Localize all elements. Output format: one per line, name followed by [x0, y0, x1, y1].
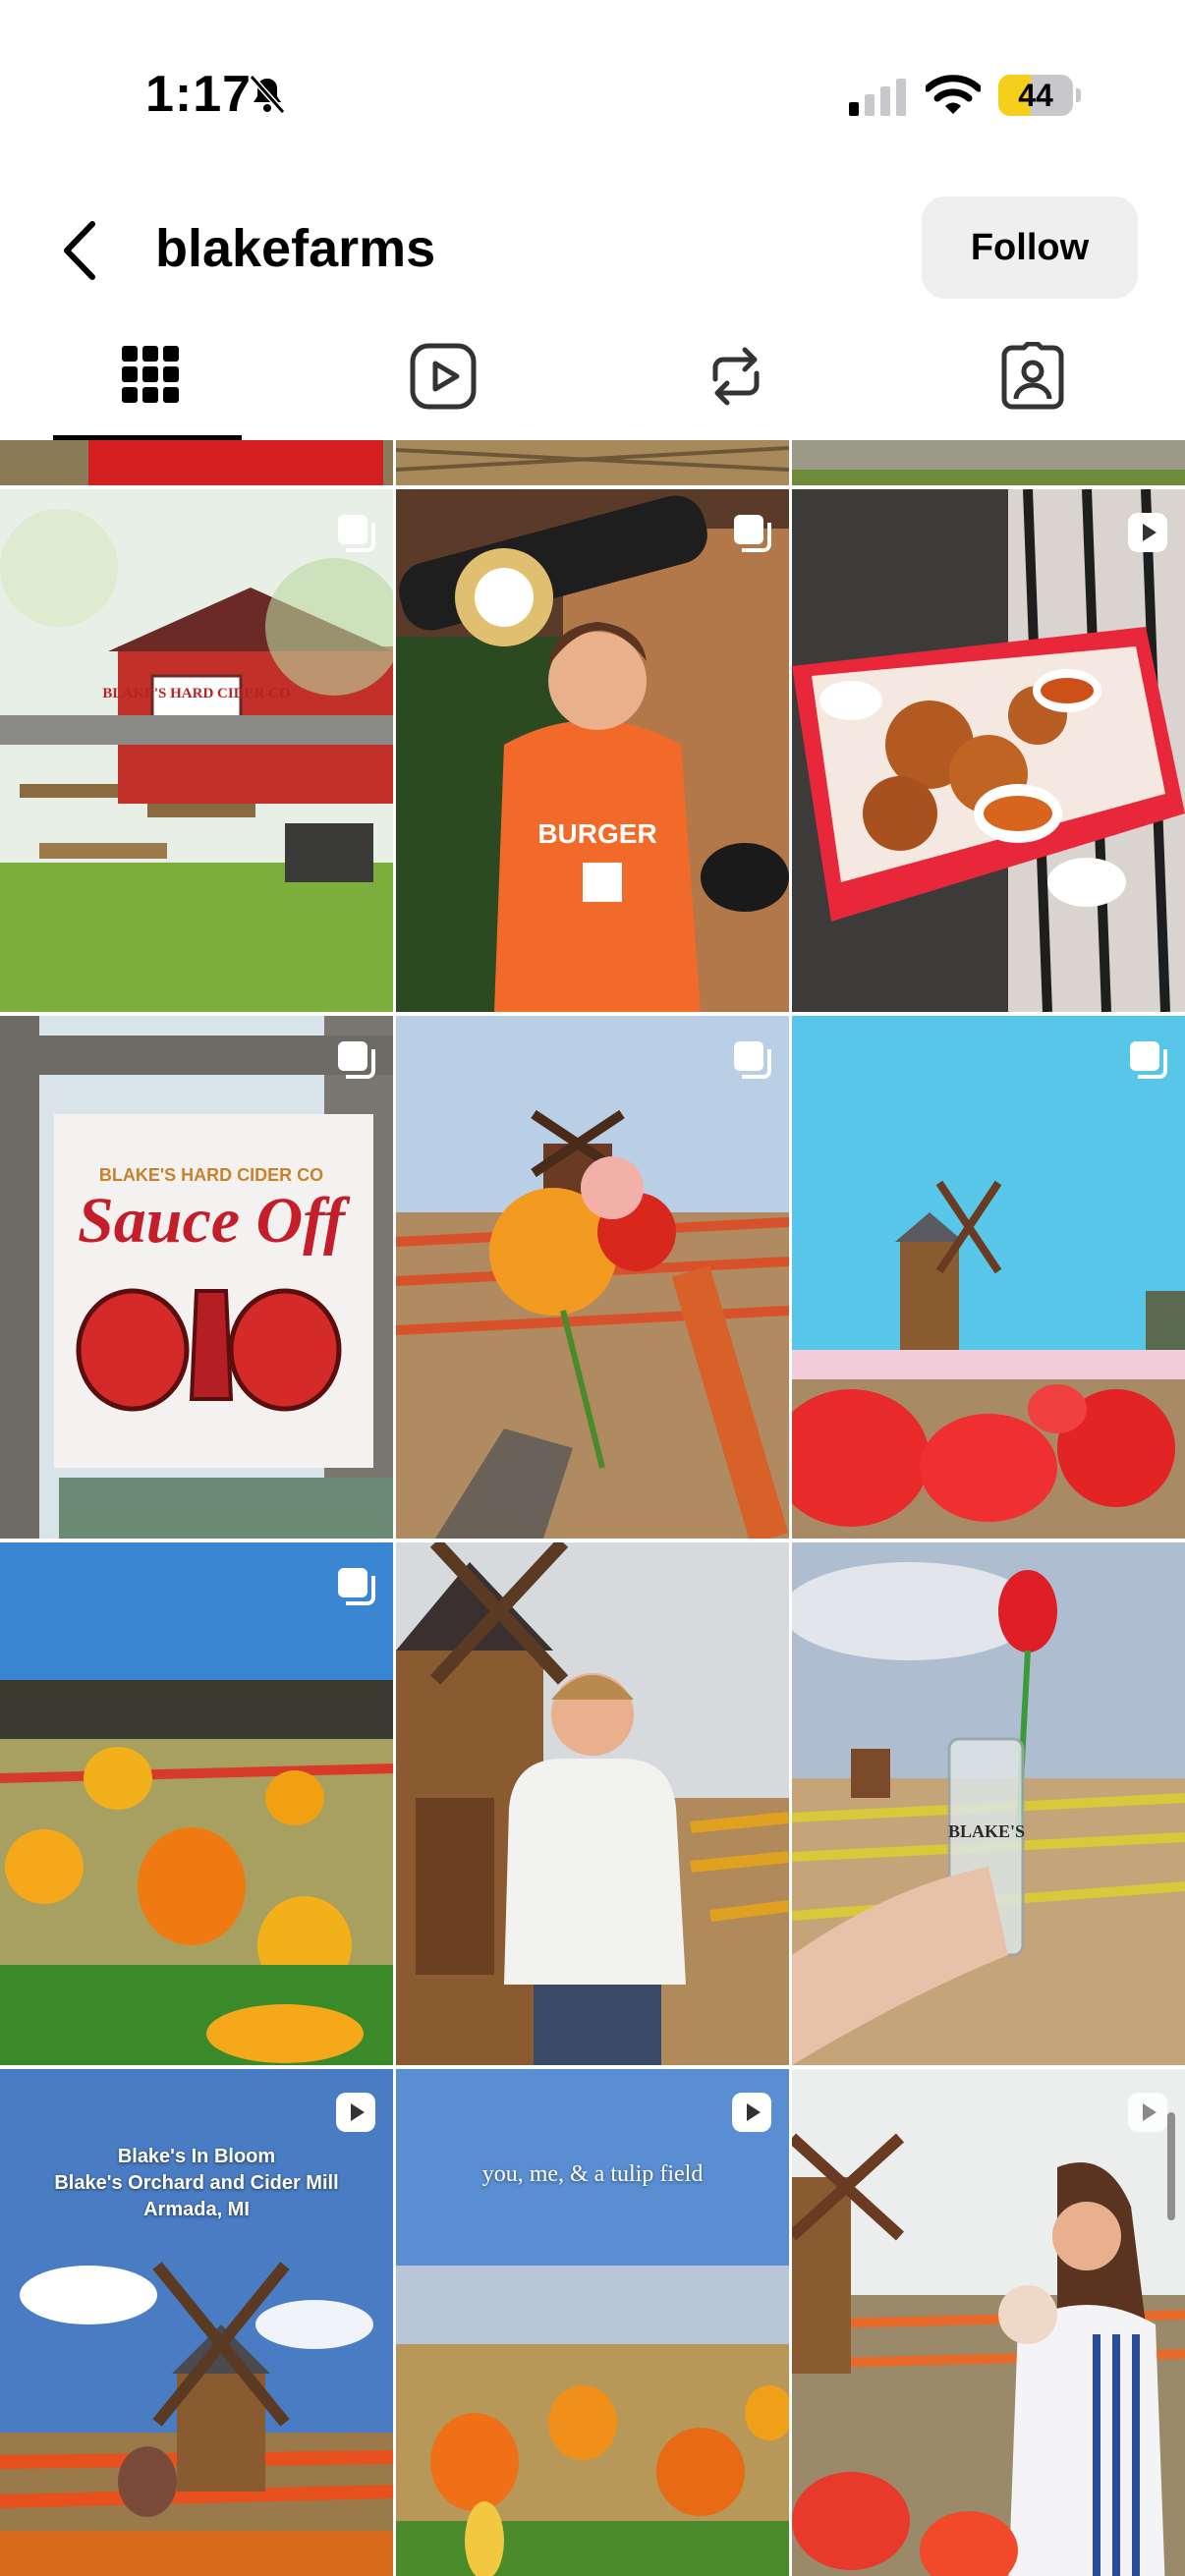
carousel-icon: [734, 515, 771, 552]
grid-post-partial[interactable]: [792, 440, 1185, 485]
tab-reposts[interactable]: [637, 324, 833, 440]
reels-icon: [410, 343, 477, 410]
repost-icon: [712, 347, 760, 406]
grid-post[interactable]: BLAKE'S: [792, 1542, 1185, 2065]
reel-caption: Blake's In Bloom Blake's Orchard and Cid…: [0, 2144, 393, 2223]
wifi-icon: [926, 75, 981, 114]
reel-icon: [336, 2093, 375, 2132]
grid-post[interactable]: BLAKE'S HARD CIDER CO: [0, 489, 393, 1012]
grid-post[interactable]: BLAKE'S HARD CIDER CO Sauce Off: [0, 1016, 393, 1539]
battery-percent: 44: [1018, 78, 1053, 113]
grid-post[interactable]: [396, 2069, 789, 2576]
glass-text: BLAKE'S: [948, 1821, 1025, 1841]
grid-post[interactable]: [396, 1016, 789, 1539]
profile-tabs: [0, 324, 1185, 440]
tab-tagged[interactable]: [933, 324, 1130, 440]
grid-icon: [122, 346, 179, 403]
carousel-icon: [1130, 1041, 1167, 1079]
grid-post[interactable]: [0, 1542, 393, 2065]
grid-post-partial[interactable]: [396, 440, 789, 485]
reel-caption-line: Blake's Orchard and Cider Mill: [54, 2172, 339, 2194]
reel-caption-line: Blake's In Bloom: [117, 2146, 276, 2167]
reel-icon: [1128, 513, 1167, 552]
sauce-banner-text: Sauce Off: [78, 1185, 351, 1257]
chevron-left-icon[interactable]: [55, 216, 104, 285]
reel-icon: [732, 2093, 771, 2132]
battery-icon: 44: [998, 75, 1081, 116]
carousel-icon: [734, 1041, 771, 1079]
profile-header: blakefarms Follow: [0, 187, 1185, 324]
grid-post[interactable]: [792, 1016, 1185, 1539]
cellular-signal-icon: [849, 79, 906, 116]
scrollbar[interactable]: [1167, 2112, 1175, 2220]
reel-caption-line: Armada, MI: [143, 2199, 250, 2220]
grid-post[interactable]: [792, 489, 1185, 1012]
posts-grid: BLAKE'S HARD CIDER CO BURGER BLAKE'S HAR…: [0, 440, 1185, 2576]
reel-caption: you, me, & a tulip field: [481, 2161, 704, 2187]
reel-icon: [1128, 2093, 1167, 2132]
cider-sign-text: BLAKE'S HARD CIDER CO: [102, 686, 290, 701]
shirt-text: BURGER: [537, 818, 656, 849]
profile-username: blakefarms: [155, 219, 436, 278]
grid-post[interactable]: [396, 1542, 789, 2065]
grid-post[interactable]: BURGER: [396, 489, 789, 1012]
tab-posts[interactable]: [53, 324, 250, 440]
grid-post[interactable]: [792, 2069, 1185, 2576]
status-time: 1:17: [145, 66, 253, 123]
grid-post-partial[interactable]: [0, 440, 393, 485]
follow-button[interactable]: Follow: [922, 196, 1138, 299]
tab-reels[interactable]: [344, 324, 540, 440]
bell-slash-icon: [249, 75, 286, 114]
tagged-icon: [1001, 342, 1064, 410]
status-bar: 1:17 44: [0, 0, 1185, 187]
carousel-icon: [338, 1041, 375, 1079]
carousel-icon: [338, 515, 375, 552]
carousel-icon: [338, 1568, 375, 1605]
sauce-banner-top-text: BLAKE'S HARD CIDER CO: [99, 1165, 323, 1185]
